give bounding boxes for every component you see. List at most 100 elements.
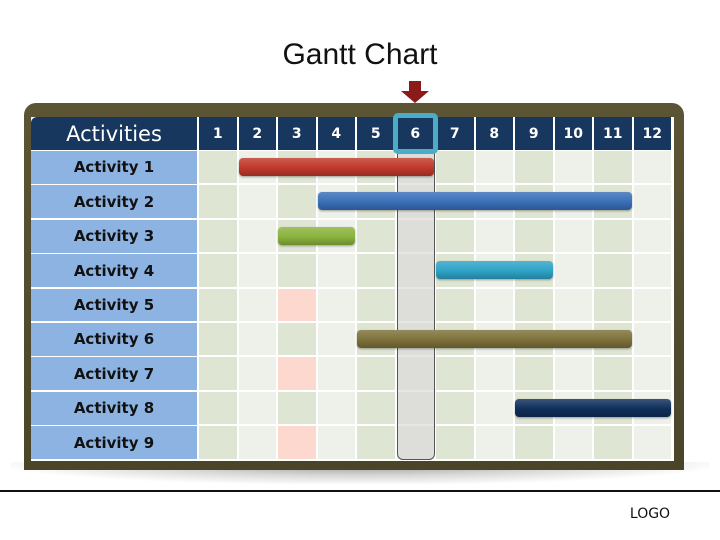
month-header-7: 7	[436, 117, 474, 150]
grid-cell	[238, 219, 276, 253]
grid-cell	[594, 288, 632, 321]
grid-cell	[633, 185, 671, 218]
grid-cell	[475, 357, 513, 390]
grid-cell	[475, 288, 513, 321]
grid-cell	[317, 357, 355, 390]
grid-cell	[633, 288, 671, 321]
grid-cell	[436, 426, 474, 459]
grid-cell	[475, 391, 513, 425]
grid-cell	[278, 323, 316, 356]
grid-cell	[357, 219, 395, 253]
grid-cell	[594, 219, 632, 253]
activity-label: Activity 3	[31, 219, 197, 253]
bar-activity-3[interactable]	[278, 226, 355, 245]
chart-title: Gantt Chart	[282, 38, 438, 71]
grid-cell	[436, 219, 474, 253]
footer-divider	[0, 490, 720, 492]
activity-label: Activity 7	[31, 357, 197, 391]
month-header-8: 8	[475, 117, 513, 150]
grid-cell	[199, 426, 237, 459]
activity-label: Activity 8	[31, 391, 197, 425]
grid-cell	[633, 151, 671, 184]
activities-header: Activities	[31, 117, 197, 150]
bar-activity-6[interactable]	[357, 330, 632, 348]
grid-cell	[199, 219, 237, 253]
grid-cell	[278, 254, 316, 287]
grid-cell	[633, 426, 671, 459]
grid-cell	[317, 288, 355, 321]
activity-label: Activity 2	[31, 185, 197, 219]
grid-cell	[317, 254, 355, 287]
grid-cell	[199, 323, 237, 356]
current-month-marker	[392, 113, 438, 154]
month-header-10: 10	[554, 117, 592, 150]
month-header-2: 2	[238, 117, 276, 150]
grid-cell	[436, 391, 474, 425]
activity-label: Activity 5	[31, 288, 197, 322]
grid-cell	[317, 426, 355, 459]
grid-cell	[357, 254, 395, 287]
grid-cell	[238, 254, 276, 287]
grid-cell	[515, 219, 553, 253]
month-header-9: 9	[515, 117, 553, 150]
grid-cell	[278, 288, 316, 321]
grid-cell	[199, 288, 237, 321]
bar-activity-8[interactable]	[515, 398, 671, 417]
grid-cell	[554, 426, 592, 459]
grid-cell	[633, 323, 671, 356]
grid-cell	[278, 391, 316, 425]
grid-cell	[594, 254, 632, 287]
bar-activity-1[interactable]	[238, 158, 434, 176]
grid-cell	[436, 357, 474, 390]
grid-cell	[199, 254, 237, 287]
grid-cell	[554, 288, 592, 321]
grid-cell	[475, 219, 513, 253]
grid-cell	[238, 357, 276, 390]
grid-cell	[515, 288, 553, 321]
month-header-4: 4	[317, 117, 355, 150]
grid-cell	[278, 426, 316, 459]
bar-activity-2[interactable]	[317, 192, 632, 211]
activity-label: Activity 6	[31, 323, 197, 356]
grid-cell	[317, 323, 355, 356]
grid-cell	[317, 391, 355, 425]
grid-cell	[238, 288, 276, 321]
grid-cell	[238, 391, 276, 425]
grid-cell	[475, 151, 513, 184]
grid-cell	[436, 151, 474, 184]
grid-cell	[633, 254, 671, 287]
month-header-11: 11	[594, 117, 632, 150]
grid-cell	[515, 426, 553, 459]
grid-cell	[554, 151, 592, 184]
grid-cell	[633, 357, 671, 390]
grid-cell	[594, 151, 632, 184]
grid-cell	[515, 151, 553, 184]
grid-cell	[199, 185, 237, 218]
grid-cell	[594, 357, 632, 390]
grid-cell	[199, 151, 237, 184]
month-header-12: 12	[633, 117, 671, 150]
grid-cell	[357, 288, 395, 321]
grid-cell	[278, 185, 316, 218]
grid-cell	[475, 426, 513, 459]
grid-cell	[515, 357, 553, 390]
grid-cell	[357, 357, 395, 390]
grid-cell	[238, 323, 276, 356]
activity-label: Activity 4	[31, 254, 197, 288]
month-header-1: 1	[199, 117, 237, 150]
grid-cell	[278, 357, 316, 390]
bar-activity-4[interactable]	[436, 261, 553, 280]
grid-cell	[238, 426, 276, 459]
grid-cell	[554, 357, 592, 390]
current-month-arrow-icon	[401, 81, 430, 103]
grid-cell	[436, 288, 474, 321]
month-header-3: 3	[278, 117, 316, 150]
activity-label: Activity 9	[31, 426, 197, 460]
grid-cell	[238, 185, 276, 218]
grid-cell	[199, 357, 237, 390]
logo: LOGO	[629, 506, 671, 522]
grid-cell	[199, 391, 237, 425]
grid-cell	[357, 391, 395, 425]
grid-cell	[594, 426, 632, 459]
grid-cell	[554, 219, 592, 253]
